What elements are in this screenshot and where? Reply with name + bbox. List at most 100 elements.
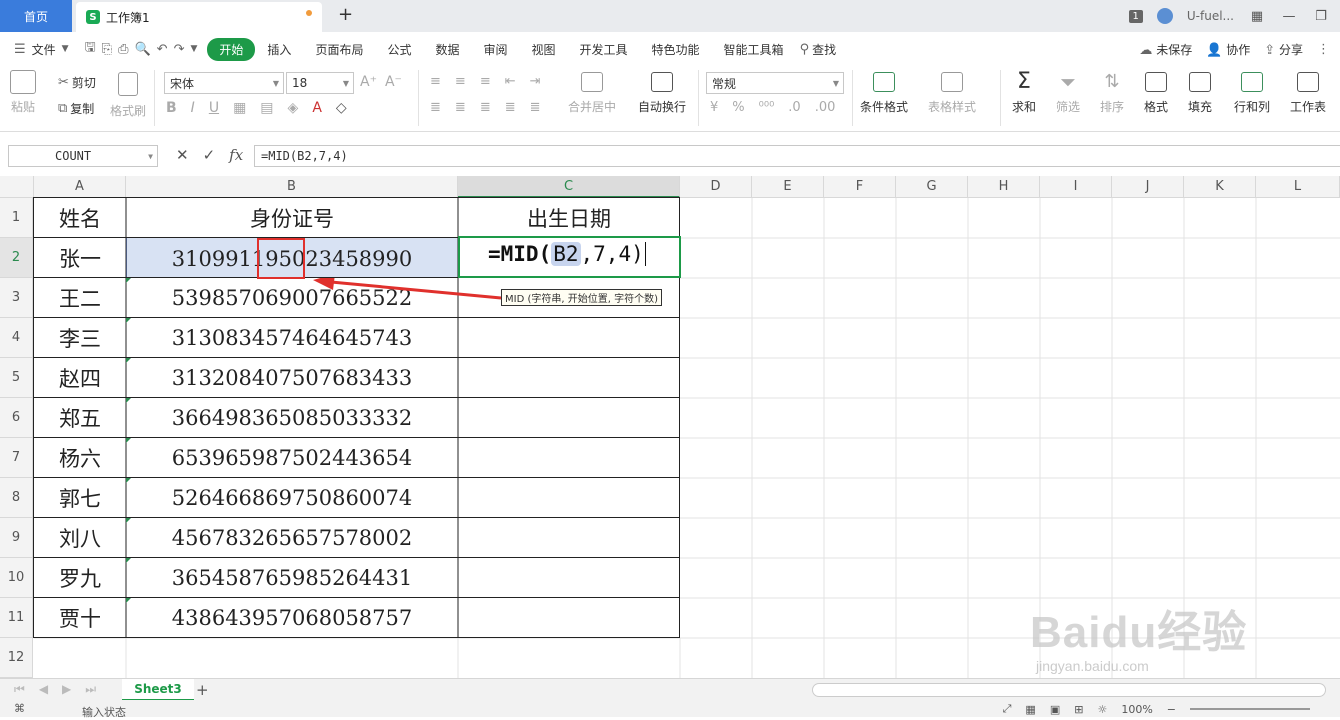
column-header[interactable]: E	[752, 176, 824, 198]
column-header[interactable]: I	[1040, 176, 1112, 198]
cell-edit-formula[interactable]: =MID(B2,7,4)	[488, 242, 646, 266]
tab-special-features[interactable]: 特色功能	[640, 38, 712, 61]
clear-icon[interactable]: ◇	[336, 100, 347, 116]
align-left-icon[interactable]: ≣	[430, 100, 441, 115]
name-cell[interactable]: 刘八	[34, 518, 126, 558]
tab-page-layout[interactable]: 页面布局	[303, 38, 375, 61]
bold-icon[interactable]: B	[166, 100, 177, 116]
paste-button[interactable]: 粘贴	[10, 70, 36, 115]
filter-button[interactable]: ⏷ 筛选	[1056, 72, 1080, 115]
column-header[interactable]: D	[680, 176, 752, 198]
sheet-tab-active[interactable]: Sheet3	[122, 679, 194, 701]
id-cell[interactable]: 313208407507683433	[126, 358, 458, 398]
restore-icon[interactable]: ❐	[1312, 9, 1330, 24]
font-color-icon[interactable]: A	[312, 100, 322, 116]
tab-insert[interactable]: 插入	[255, 38, 303, 61]
file-menu[interactable]: 文件	[32, 41, 56, 58]
tab-smart-toolbox[interactable]: 智能工具箱	[712, 38, 796, 61]
select-all-corner[interactable]	[0, 176, 34, 198]
row-col-button[interactable]: 行和列	[1234, 72, 1270, 115]
distribute-icon[interactable]: ≣	[530, 100, 541, 115]
zoom-out-icon[interactable]: −	[1167, 703, 1176, 716]
last-sheet-icon[interactable]: ⏭	[85, 682, 96, 697]
number-format-select[interactable]: 常规 ▼	[706, 72, 844, 94]
row-header[interactable]: 9	[0, 518, 33, 558]
collab-button[interactable]: 👤 协作	[1206, 41, 1250, 58]
save-icon[interactable]: 🖫	[85, 38, 96, 60]
name-cell[interactable]: 郭七	[34, 478, 126, 518]
merge-center-button[interactable]: 合并居中	[568, 72, 616, 115]
undo-icon[interactable]: ↶	[157, 42, 168, 57]
column-header[interactable]: L	[1256, 176, 1340, 198]
decimal-increase-icon[interactable]: .0	[788, 100, 800, 115]
row-header[interactable]: 5	[0, 358, 33, 398]
decimal-decrease-icon[interactable]: .00	[815, 100, 836, 115]
tab-developer[interactable]: 开发工具	[568, 38, 640, 61]
add-sheet-button[interactable]: +	[196, 681, 209, 699]
name-cell[interactable]: 贾十	[34, 598, 126, 638]
tab-home-ribbon[interactable]: 开始	[207, 37, 256, 61]
avatar[interactable]	[1156, 8, 1173, 24]
print-preview-icon[interactable]: 🔍	[134, 42, 150, 57]
column-header[interactable]: K	[1184, 176, 1256, 198]
worksheet-button[interactable]: 工作表	[1290, 72, 1326, 115]
name-cell[interactable]: 赵四	[34, 358, 126, 398]
align-bottom-icon[interactable]: ≡	[480, 74, 491, 89]
zoom-level[interactable]: 100%	[1121, 703, 1152, 716]
row-header[interactable]: 10	[0, 558, 33, 598]
normal-view-icon[interactable]: ▦	[1025, 703, 1035, 716]
confirm-icon[interactable]: ✓	[203, 146, 216, 164]
currency-icon[interactable]: ¥	[710, 100, 718, 115]
font-grow-icon[interactable]: A⁺	[360, 74, 377, 90]
align-top-icon[interactable]: ≡	[430, 74, 441, 89]
row-header[interactable]: 6	[0, 398, 33, 438]
id-cell[interactable]: 365458765985264431	[126, 558, 458, 598]
row-header[interactable]: 1	[0, 198, 33, 238]
name-cell[interactable]: 杨六	[34, 438, 126, 478]
name-cell[interactable]: 张一	[34, 238, 126, 278]
row-header[interactable]: 2	[0, 238, 33, 278]
redo-icon[interactable]: ↷	[174, 42, 185, 57]
sum-button[interactable]: Σ 求和	[1012, 71, 1036, 115]
share-button[interactable]: ⇪ 分享	[1264, 41, 1303, 58]
row-header[interactable]: 11	[0, 598, 33, 638]
search-icon[interactable]: ⚲	[800, 42, 810, 57]
conditional-format-button[interactable]: 条件格式	[860, 72, 908, 115]
more-icon[interactable]: ⋮	[1317, 42, 1330, 57]
justify-icon[interactable]: ≣	[505, 100, 516, 115]
name-cell[interactable]: 王二	[34, 278, 126, 318]
document-tab[interactable]: S 工作簿1	[76, 2, 322, 32]
align-right-icon[interactable]: ≣	[480, 100, 491, 115]
format-painter-button[interactable]: 格式刷	[110, 72, 146, 119]
font-name-select[interactable]: 宋体 ▼	[164, 72, 284, 94]
unsaved-status[interactable]: ☁ 未保存	[1139, 41, 1192, 58]
page-layout-icon[interactable]: ▣	[1050, 703, 1060, 716]
sort-button[interactable]: ⇅ 排序	[1100, 72, 1124, 115]
column-header[interactable]: F	[824, 176, 896, 198]
name-box[interactable]: COUNT ▼	[8, 145, 158, 167]
cancel-icon[interactable]: ✕	[176, 146, 189, 164]
column-header[interactable]: B	[126, 176, 458, 198]
name-cell[interactable]: 郑五	[34, 398, 126, 438]
header-cell-id[interactable]: 身份证号	[126, 198, 458, 238]
table-style-button[interactable]: 表格样式	[928, 72, 976, 115]
row-header[interactable]: 7	[0, 438, 33, 478]
indent-increase-icon[interactable]: ⇥	[530, 74, 541, 89]
zoom-slider[interactable]	[1190, 708, 1310, 710]
indent-decrease-icon[interactable]: ⇤	[505, 74, 516, 89]
cut-button[interactable]: ✂ 剪切	[58, 74, 96, 91]
align-middle-icon[interactable]: ≡	[455, 74, 466, 89]
row-header[interactable]: 3	[0, 278, 33, 318]
align-center-icon[interactable]: ≣	[455, 100, 466, 115]
macro-icon[interactable]: ⌘	[14, 702, 25, 715]
italic-icon[interactable]: I	[191, 100, 195, 116]
id-cell[interactable]: 313083457464645743	[126, 318, 458, 358]
border-icon[interactable]: ▦	[233, 100, 246, 116]
column-header[interactable]: A	[34, 176, 126, 198]
tab-data[interactable]: 数据	[423, 38, 471, 61]
user-name[interactable]: U-fuel...	[1187, 9, 1234, 23]
formula-input[interactable]: =MID(B2,7,4)	[254, 145, 1340, 167]
new-tab-button[interactable]: +	[338, 4, 353, 25]
wrap-text-button[interactable]: 自动换行	[638, 72, 686, 115]
first-sheet-icon[interactable]: ⏮	[14, 682, 25, 697]
